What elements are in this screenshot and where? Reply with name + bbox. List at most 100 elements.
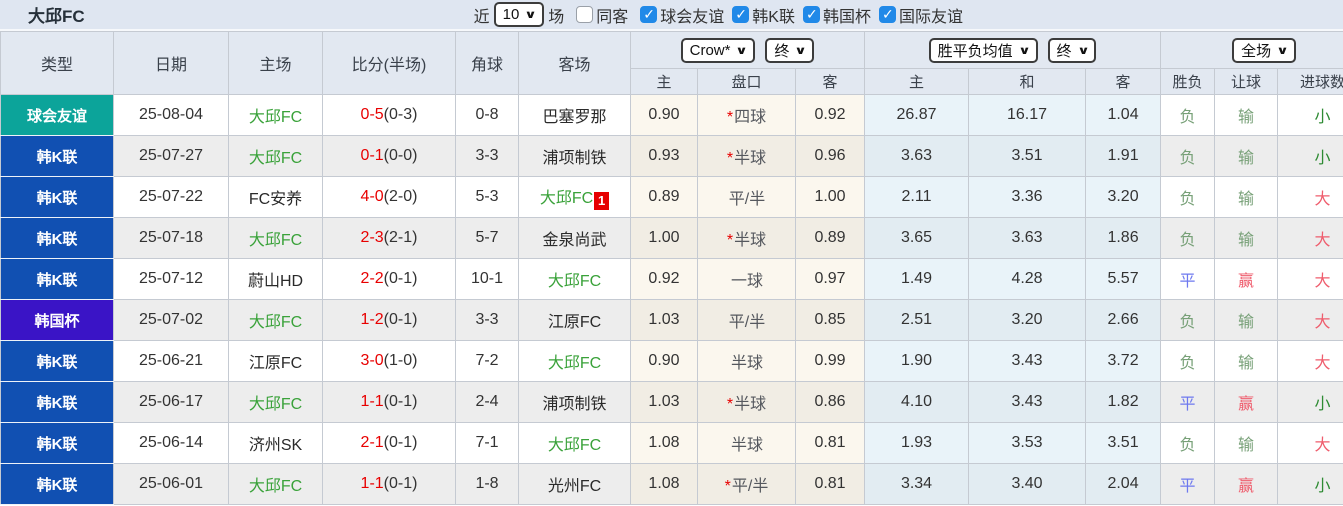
odds-away: 0.96 <box>794 135 866 177</box>
result-handicap: 赢 <box>1214 258 1279 300</box>
result-scope-select[interactable]: 全场 ∨ <box>1232 37 1297 63</box>
handicap-cell: *平/半 <box>697 463 796 505</box>
avg-time-select[interactable]: 终 ∨ <box>1047 37 1097 63</box>
recent-count-select[interactable]: 10 ∨ <box>493 2 545 27</box>
away-team-name: 大邱FC <box>539 190 594 207</box>
sub-header-avg-away: 客 <box>1085 68 1162 95</box>
home-team[interactable]: 济州SK <box>228 422 323 464</box>
away-team[interactable]: 大邱FC 1 <box>518 176 631 218</box>
sub-header-odds-home: 主 <box>630 68 698 95</box>
half-time-score: (2-1) <box>383 229 418 246</box>
home-team[interactable]: 大邱FC <box>228 463 323 505</box>
away-team-name: 大邱FC <box>547 273 602 290</box>
match-type: 韩K联 <box>0 258 114 300</box>
score-cell: 2-3(2-1) <box>322 217 456 259</box>
odds-home: 1.08 <box>630 422 698 464</box>
avg-draw: 3.51 <box>968 135 1087 177</box>
home-team[interactable]: 蔚山HD <box>228 258 323 300</box>
korea-cup-checkbox[interactable] <box>802 6 820 23</box>
result-handicap: 赢 <box>1214 381 1279 423</box>
away-team[interactable]: 大邱FC <box>518 340 631 382</box>
avg-away: 2.66 <box>1085 299 1162 341</box>
handicap-value: 四球 <box>734 109 767 126</box>
score-cell: 0-5(0-3) <box>322 94 456 136</box>
home-team-name: 大邱FC <box>248 150 303 167</box>
home-team[interactable]: 大邱FC <box>228 381 323 423</box>
home-team[interactable]: 大邱FC <box>228 94 323 136</box>
odds-home: 0.90 <box>630 340 698 382</box>
odds-away: 0.81 <box>794 422 866 464</box>
result-goals: 小 <box>1277 94 1343 136</box>
avg-away: 5.57 <box>1085 258 1162 300</box>
half-time-score: (2-0) <box>383 188 418 205</box>
table-row: 韩K联 25-07-18 大邱FC 2-3(2-1) 5-7 金泉尚武 1.00… <box>0 217 1343 259</box>
away-team[interactable]: 江原FC <box>518 299 631 341</box>
score-cell: 3-0(1-0) <box>322 340 456 382</box>
odds-away: 0.89 <box>794 217 866 259</box>
handicap-cell: *半球 <box>697 135 796 177</box>
away-team[interactable]: 巴塞罗那 <box>518 94 631 136</box>
club-friendly-label: 球会友谊 <box>660 8 725 26</box>
away-team[interactable]: 浦项制铁 <box>518 381 631 423</box>
half-time-score: (0-3) <box>383 106 418 123</box>
home-team[interactable]: 大邱FC <box>228 299 323 341</box>
away-team[interactable]: 金泉尚武 <box>518 217 631 259</box>
handicap-star: * <box>726 396 734 413</box>
result-wdl: 平 <box>1160 463 1216 505</box>
home-team[interactable]: FC安养 <box>228 176 323 218</box>
col-header-corner: 角球 <box>455 31 519 95</box>
avg-home: 26.87 <box>864 94 970 136</box>
avg-home: 3.65 <box>864 217 970 259</box>
avg-type-select[interactable]: 胜平负均值 ∨ <box>928 37 1038 63</box>
home-team[interactable]: 大邱FC <box>228 135 323 177</box>
away-team-name: 巴塞罗那 <box>542 109 607 126</box>
avg-draw: 4.28 <box>968 258 1087 300</box>
result-scope-value: 全场 <box>1241 42 1272 60</box>
table-row: 韩K联 25-07-22 FC安养 4-0(2-0) 5-3 大邱FC 1 0.8… <box>0 176 1343 218</box>
away-team[interactable]: 浦项制铁 <box>518 135 631 177</box>
odds-away: 0.86 <box>794 381 866 423</box>
corner-count: 3-3 <box>455 299 519 341</box>
match-history-table: 类型 日期 主场 比分(半场) 角球 客场 Crow* ∨ 终 ∨ 胜平负均值 … <box>0 31 1343 505</box>
kleague-checkbox[interactable] <box>732 6 750 23</box>
corner-count: 0-8 <box>455 94 519 136</box>
intl-friendly-checkbox[interactable] <box>878 6 896 23</box>
avg-home: 3.63 <box>864 135 970 177</box>
odds-home: 1.03 <box>630 381 698 423</box>
result-handicap: 输 <box>1214 94 1279 136</box>
avg-home: 4.10 <box>864 381 970 423</box>
club-friendly-checkbox[interactable] <box>640 6 658 23</box>
match-date: 25-06-01 <box>113 463 229 505</box>
match-date: 25-07-02 <box>113 299 229 341</box>
corner-count: 10-1 <box>455 258 519 300</box>
avg-type-value: 胜平负均值 <box>937 42 1013 60</box>
full-time-score: 1-1 <box>360 393 384 410</box>
avg-draw: 3.43 <box>968 381 1087 423</box>
filter-intl-friendly: 国际友谊 <box>871 3 963 27</box>
chevron-down-icon: ∨ <box>1276 44 1289 57</box>
handicap-value: 半球 <box>734 150 767 167</box>
away-team[interactable]: 光州FC <box>518 463 631 505</box>
odds-time-select[interactable]: 终 ∨ <box>765 37 815 63</box>
same-away-filter: 同客 <box>568 3 628 27</box>
home-team[interactable]: 大邱FC <box>228 217 323 259</box>
same-away-checkbox[interactable] <box>576 6 594 23</box>
handicap-cell: 一球 <box>697 258 796 300</box>
chevron-down-icon: ∨ <box>524 9 538 21</box>
odds-group-header: Crow* ∨ 终 ∨ <box>629 31 866 69</box>
result-handicap: 输 <box>1214 299 1279 341</box>
result-handicap: 输 <box>1214 176 1279 218</box>
result-goals: 大 <box>1277 258 1343 300</box>
result-wdl: 负 <box>1160 422 1216 464</box>
filter-club-friendly: 球会友谊 <box>632 3 724 27</box>
away-team[interactable]: 大邱FC <box>518 258 631 300</box>
away-team[interactable]: 大邱FC <box>518 422 631 464</box>
away-team-name: 江原FC <box>547 314 602 331</box>
odds-company-select[interactable]: Crow* ∨ <box>680 37 756 63</box>
home-team[interactable]: 江原FC <box>228 340 323 382</box>
home-team-name: 大邱FC <box>248 314 303 331</box>
handicap-star: * <box>726 109 734 126</box>
avg-draw: 3.36 <box>968 176 1087 218</box>
home-team-name: 蔚山HD <box>247 273 304 290</box>
avg-home: 3.34 <box>864 463 970 505</box>
